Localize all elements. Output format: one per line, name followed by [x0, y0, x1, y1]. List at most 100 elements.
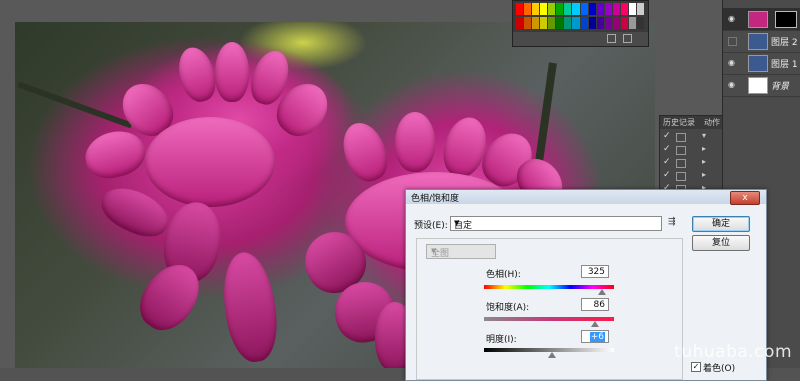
layer-name: 背景	[771, 82, 790, 92]
color-swatch[interactable]	[540, 16, 548, 29]
dialog-toggle-icon[interactable]	[676, 146, 686, 155]
hue-slider-track[interactable]	[484, 285, 614, 289]
color-swatch[interactable]	[564, 16, 572, 29]
tab-history[interactable]: 历史记录	[663, 117, 695, 128]
petal	[215, 42, 249, 102]
flower-center	[145, 117, 275, 207]
color-swatch[interactable]	[636, 16, 644, 29]
color-swatch[interactable]	[620, 16, 628, 29]
eye-icon[interactable]: ◉	[728, 15, 737, 23]
dialog-title: 色相/饱和度	[411, 194, 460, 204]
color-swatch[interactable]	[516, 16, 524, 29]
check-icon[interactable]: ✓	[663, 157, 671, 167]
color-swatch[interactable]	[540, 3, 548, 15]
petal	[217, 249, 283, 365]
dialog-toggle-icon[interactable]	[676, 172, 686, 181]
petal	[335, 116, 395, 188]
color-swatch[interactable]	[572, 16, 580, 29]
color-swatch[interactable]	[628, 3, 636, 15]
color-swatch[interactable]	[628, 16, 636, 29]
preset-options-icon[interactable]: ⇶	[668, 217, 676, 227]
color-swatch[interactable]	[588, 3, 596, 15]
color-swatch[interactable]	[596, 16, 604, 29]
color-swatch[interactable]	[612, 16, 620, 29]
color-swatch[interactable]	[620, 3, 628, 15]
color-swatch[interactable]	[532, 16, 540, 29]
swatches-panel	[512, 0, 649, 47]
color-swatch[interactable]	[580, 3, 588, 15]
check-icon[interactable]: ✓	[663, 144, 671, 154]
tab-actions[interactable]: 动作	[704, 117, 720, 128]
new-swatch-icon[interactable]	[607, 34, 616, 43]
saturation-label: 饱和度(A):	[486, 303, 530, 313]
layer-thumbnail	[748, 33, 768, 50]
list-item[interactable]: ✓ ▸	[660, 157, 724, 168]
ok-button[interactable]: 确定	[692, 216, 750, 232]
layer-row[interactable]: ◉ 背景	[723, 74, 800, 97]
color-swatch[interactable]	[564, 3, 572, 15]
chevron-right-icon[interactable]: ▸	[702, 157, 706, 166]
color-swatch[interactable]	[612, 3, 620, 15]
visibility-toggle[interactable]	[728, 37, 737, 46]
eye-icon[interactable]: ◉	[728, 81, 737, 89]
dialog-toggle-icon[interactable]	[676, 159, 686, 168]
color-swatch[interactable]	[556, 16, 564, 29]
layer-mask-thumbnail[interactable]	[775, 11, 797, 28]
petal	[80, 125, 150, 184]
layer-row-selected[interactable]: ◉	[723, 8, 800, 31]
branch	[17, 81, 133, 129]
lightness-label: 明度(I):	[486, 335, 517, 345]
preset-select[interactable]: 自定 ▼	[450, 216, 662, 231]
color-swatch[interactable]	[516, 3, 524, 15]
petal	[173, 43, 221, 106]
swatch-grid[interactable]	[516, 3, 644, 29]
lightness-value: +6	[589, 332, 605, 342]
dialog-titlebar[interactable]: 色相/饱和度 x	[406, 190, 766, 205]
check-icon[interactable]: ✓	[663, 131, 671, 141]
color-swatch[interactable]	[604, 16, 612, 29]
reset-button[interactable]: 复位	[692, 235, 750, 251]
history-panel: 历史记录 动作 ✓ ▾ ✓ ▸ ✓ ▸ ✓ ▸ ✓ ▸	[659, 115, 725, 197]
list-item[interactable]: ✓ ▾	[660, 131, 724, 142]
color-swatch[interactable]	[556, 3, 564, 15]
color-swatch[interactable]	[596, 3, 604, 15]
layer-row[interactable]: ◉ 图层 1	[723, 52, 800, 75]
color-swatch[interactable]	[636, 3, 644, 15]
lightness-input[interactable]: +6	[581, 330, 609, 343]
layer-name: 图层 2	[771, 38, 798, 48]
chevron-down-icon[interactable]: ▾	[702, 131, 706, 140]
chevron-down-icon: ▼	[454, 219, 460, 227]
saturation-slider-handle[interactable]	[591, 321, 599, 327]
color-swatch[interactable]	[604, 3, 612, 15]
hue-slider-handle[interactable]	[598, 289, 606, 295]
layer-row[interactable]: 图层 2	[723, 30, 800, 53]
list-item[interactable]: ✓ ▸	[660, 170, 724, 181]
preset-label: 预设(E):	[414, 221, 448, 231]
list-item[interactable]: ✓ ▸	[660, 144, 724, 155]
dialog-toggle-icon[interactable]	[676, 133, 686, 142]
trash-icon[interactable]	[623, 34, 632, 43]
hue-label: 色相(H):	[486, 270, 521, 280]
check-icon[interactable]: ✓	[663, 170, 671, 180]
color-swatch[interactable]	[532, 3, 540, 15]
color-swatch[interactable]	[572, 3, 580, 15]
color-swatch[interactable]	[580, 16, 588, 29]
watermark: tuhuaba.com	[674, 342, 792, 362]
layer-thumbnail	[748, 11, 768, 28]
color-swatch[interactable]	[588, 16, 596, 29]
lightness-slider-handle[interactable]	[548, 352, 556, 358]
color-swatch[interactable]	[524, 3, 532, 15]
color-swatch[interactable]	[548, 16, 556, 29]
layer-thumbnail	[748, 77, 768, 94]
chevron-right-icon[interactable]: ▸	[702, 144, 706, 153]
eye-icon[interactable]: ◉	[728, 59, 737, 67]
colorize-checkbox[interactable]: ✓	[691, 362, 701, 372]
petal	[395, 112, 435, 172]
chevron-right-icon[interactable]: ▸	[702, 170, 706, 179]
hue-input[interactable]: 325	[581, 265, 609, 278]
color-swatch[interactable]	[548, 3, 556, 15]
saturation-input[interactable]: 86	[581, 298, 609, 311]
close-button[interactable]: x	[730, 191, 760, 205]
channel-select[interactable]: 全图 ▼	[426, 244, 496, 259]
color-swatch[interactable]	[524, 16, 532, 29]
